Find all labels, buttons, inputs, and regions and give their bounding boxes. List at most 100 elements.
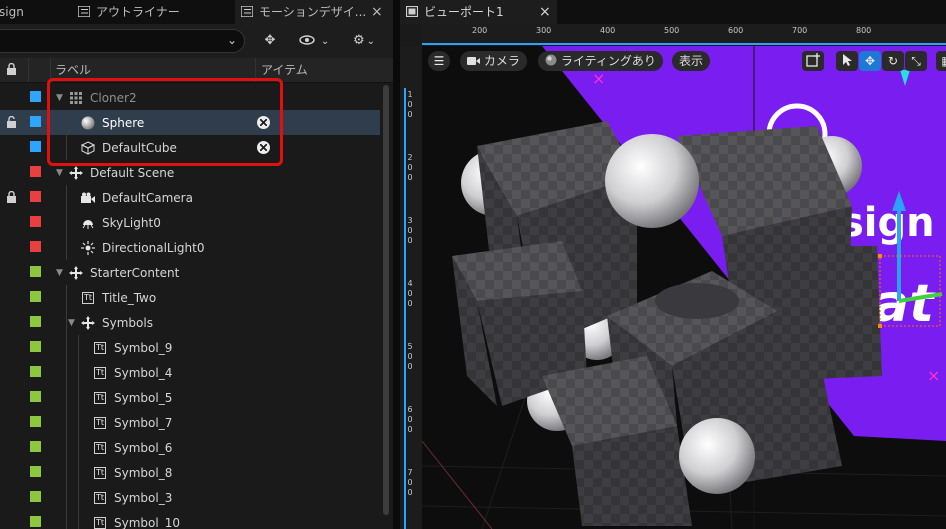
tree-item[interactable]: Tt Symbol_6 — [80, 435, 172, 460]
color-tag[interactable] — [30, 316, 41, 327]
color-tag[interactable] — [30, 91, 41, 102]
tab-motion-design[interactable]: モーションデザイ... × — [235, 0, 393, 24]
tree-row[interactable]: DefaultCamera — [0, 185, 380, 210]
menu-icon[interactable]: ☰ — [428, 51, 450, 71]
color-tag[interactable] — [30, 466, 41, 477]
color-tag[interactable] — [30, 116, 41, 127]
tree-row[interactable]: ▼ Cloner2 — [0, 85, 380, 110]
lock-toggle-icon[interactable] — [4, 466, 18, 480]
tree-row[interactable]: ▼ Symbols — [0, 310, 380, 335]
column-divider[interactable] — [50, 58, 51, 82]
tree-row[interactable]: Tt Symbol_8 — [0, 460, 380, 485]
tree-row[interactable]: DefaultCube — [0, 135, 380, 160]
lock-toggle-icon[interactable] — [4, 366, 18, 380]
tab-outliner[interactable]: アウトライナー — [77, 0, 228, 24]
tree-row[interactable]: Tt Symbol_7 — [0, 410, 380, 435]
translate-mode-icon[interactable]: ✥ — [859, 51, 881, 71]
add-actor-icon[interactable] — [802, 51, 824, 71]
color-tag[interactable] — [30, 191, 41, 202]
chevron-down-icon[interactable]: ⌄ — [227, 33, 237, 47]
color-tag[interactable] — [30, 216, 41, 227]
lock-toggle-icon[interactable] — [4, 441, 18, 455]
tree-item[interactable]: ▼ Default Scene — [56, 160, 174, 185]
tab-close-icon[interactable]: × — [539, 0, 551, 24]
scale-mode-icon[interactable]: ⤡ — [905, 51, 927, 71]
tab-motion-design-partial[interactable]: sign — [0, 0, 69, 24]
cloner-item-icon[interactable] — [257, 141, 270, 154]
tab-close-icon[interactable]: × — [371, 0, 383, 24]
rotate-mode-icon[interactable]: ↻ — [882, 51, 904, 71]
tree-item[interactable]: Tt Symbol_7 — [80, 410, 172, 435]
tree-item[interactable]: Tt Symbol_5 — [80, 385, 172, 410]
tree-row[interactable]: Tt Symbol_5 — [0, 385, 380, 410]
tree-item[interactable]: Sphere — [68, 110, 144, 135]
lock-toggle-icon[interactable] — [4, 491, 18, 505]
color-tag[interactable] — [30, 341, 41, 352]
lock-toggle-icon[interactable] — [4, 190, 18, 205]
viewport-scene[interactable]: sign at × × — [422, 46, 946, 529]
vertical-scrollbar[interactable] — [382, 85, 390, 529]
lock-toggle-icon[interactable] — [4, 341, 18, 355]
select-mode-icon[interactable] — [836, 51, 858, 71]
color-tag[interactable] — [30, 266, 41, 277]
label-column-header[interactable]: ラベル — [55, 58, 91, 82]
tree-row[interactable]: ▼ StarterContent — [0, 260, 380, 285]
color-tag[interactable] — [30, 241, 41, 252]
item-column-header[interactable]: アイテム — [261, 58, 308, 82]
tab-viewport-1[interactable]: ビューポート1 × — [400, 0, 557, 24]
lock-toggle-icon[interactable] — [4, 216, 18, 230]
color-tag[interactable] — [30, 166, 41, 177]
lock-column-icon[interactable] — [6, 58, 22, 82]
lock-toggle-icon[interactable] — [4, 516, 18, 529]
tree-item[interactable]: Tt Symbol_9 — [80, 335, 172, 360]
lock-toggle-icon[interactable] — [4, 91, 18, 105]
show-button[interactable]: 表示 — [672, 51, 711, 71]
tree-row[interactable]: Tt Title_Two — [0, 285, 380, 310]
column-divider[interactable] — [28, 58, 29, 82]
camera-button[interactable]: カメラ — [460, 51, 527, 71]
tree-item[interactable]: ▼ Cloner2 — [56, 85, 137, 110]
expand-arrow-icon[interactable]: ▼ — [56, 268, 66, 278]
column-divider[interactable] — [255, 58, 256, 82]
color-tag[interactable] — [30, 366, 41, 377]
tree-row[interactable]: Tt Symbol_10 — [0, 510, 380, 529]
tree-row[interactable]: Tt Symbol_6 — [0, 435, 380, 460]
tree-item[interactable]: ▼ Symbols — [68, 310, 153, 335]
color-tag[interactable] — [30, 416, 41, 427]
tree-item[interactable]: DefaultCamera — [68, 185, 193, 210]
lock-toggle-icon[interactable] — [4, 115, 18, 130]
surface-snap-icon[interactable]: ▦ — [936, 51, 946, 71]
lock-toggle-icon[interactable] — [4, 266, 18, 280]
lock-toggle-icon[interactable] — [4, 291, 18, 305]
tree-row[interactable]: Tt Symbol_9 — [0, 335, 380, 360]
color-tag[interactable] — [30, 441, 41, 452]
tree-row[interactable]: Sphere — [0, 110, 380, 135]
transform-filter-icon[interactable]: ✥ — [258, 30, 282, 52]
expand-arrow-icon[interactable]: ▼ — [56, 93, 66, 103]
expand-arrow-icon[interactable]: ▼ — [56, 168, 66, 178]
lock-toggle-icon[interactable] — [4, 391, 18, 405]
lighting-button[interactable]: ライティングあり — [538, 51, 663, 71]
tree-row[interactable]: DirectionalLight0 — [0, 235, 380, 260]
cloner-item-icon[interactable] — [257, 116, 270, 129]
tree-row[interactable]: Tt Symbol_3 — [0, 485, 380, 510]
tree-item[interactable]: Tt Symbol_3 — [80, 485, 172, 510]
lock-toggle-icon[interactable] — [4, 416, 18, 430]
expand-arrow-icon[interactable]: ▼ — [68, 318, 78, 328]
lock-toggle-icon[interactable] — [4, 141, 18, 155]
scrollbar-thumb[interactable] — [383, 85, 389, 515]
settings-button[interactable]: ⚙ ⌄ — [346, 30, 382, 52]
tree-item[interactable]: Tt Symbol_8 — [80, 460, 172, 485]
lock-toggle-icon[interactable] — [4, 316, 18, 330]
lock-toggle-icon[interactable] — [4, 166, 18, 180]
tree-item[interactable]: Tt Symbol_10 — [80, 510, 180, 529]
color-tag[interactable] — [30, 391, 41, 402]
panel-splitter[interactable] — [393, 0, 400, 529]
tree-item[interactable]: Tt Symbol_4 — [80, 360, 172, 385]
color-tag[interactable] — [30, 141, 41, 152]
visibility-filter-button[interactable]: ⌄ — [296, 30, 332, 52]
color-tag[interactable] — [30, 516, 41, 527]
tree-row[interactable]: Tt Symbol_4 — [0, 360, 380, 385]
color-tag[interactable] — [30, 291, 41, 302]
tree-row[interactable]: ▼ Default Scene — [0, 160, 380, 185]
